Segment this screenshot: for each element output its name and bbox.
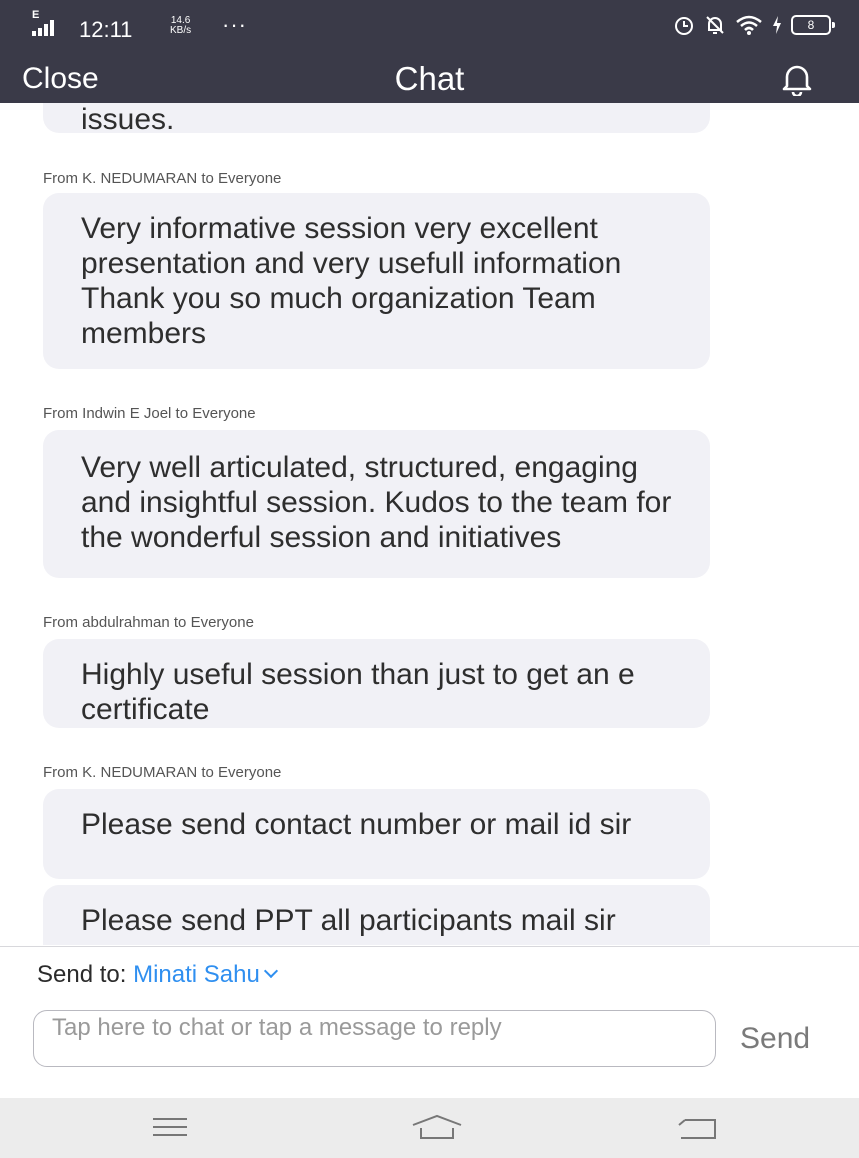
network-speed: 14.6 KB/s	[170, 16, 191, 36]
message-bubble[interactable]: Highly useful session than just to get a…	[43, 639, 710, 728]
alarm-icon	[673, 14, 695, 36]
app-header: E 12:11 14.6 KB/s ··· 8 Close Chat	[0, 0, 859, 103]
more-notifications-icon: ···	[222, 12, 247, 37]
message-text: Please send PPT all participants mail si…	[81, 904, 616, 937]
battery-icon: 8	[791, 15, 835, 35]
message-sender: From Indwin E Joel to Everyone	[43, 405, 256, 422]
message-bubble[interactable]: issues.	[43, 103, 710, 133]
message-text: Very informative session very excellent …	[81, 212, 622, 350]
status-time: 12:11	[79, 17, 133, 42]
notifications-muted-icon	[704, 14, 726, 36]
close-button[interactable]: Close	[22, 62, 99, 96]
recipient-name: Minati Sahu	[133, 961, 260, 988]
message-sender: From K. NEDUMARAN to Everyone	[43, 764, 282, 781]
send-to-row: Send to: Minati Sahu	[37, 961, 278, 989]
message-sender: From abdulrahman to Everyone	[43, 614, 254, 631]
home-icon[interactable]	[411, 1114, 463, 1140]
message-bubble[interactable]: Very informative session very excellent …	[43, 193, 710, 369]
system-nav-bar	[0, 1098, 859, 1158]
charging-icon	[772, 14, 782, 36]
chat-input[interactable]: Tap here to chat or tap a message to rep…	[33, 1010, 716, 1067]
status-icons: 8	[673, 14, 835, 36]
network-speed-unit: KB/s	[170, 25, 192, 36]
nav-row: Close Chat	[0, 52, 859, 103]
send-button[interactable]: Send	[740, 1022, 810, 1056]
chat-message-list[interactable]: issues. From K. NEDUMARAN to Everyone Ve…	[0, 103, 859, 945]
back-icon[interactable]	[675, 1116, 719, 1140]
bell-icon[interactable]	[781, 62, 813, 98]
wifi-icon	[735, 14, 763, 36]
menu-icon[interactable]	[153, 1116, 187, 1138]
message-text: Please send contact number or mail id si…	[81, 808, 632, 841]
status-bar: E 12:11 14.6 KB/s ··· 8	[0, 0, 859, 52]
message-sender: From K. NEDUMARAN to Everyone	[43, 170, 282, 187]
message-bubble[interactable]: Very well articulated, structured, engag…	[43, 430, 710, 578]
message-text: Highly useful session than just to get a…	[81, 658, 635, 726]
compose-divider	[0, 946, 859, 947]
chevron-down-icon	[263, 963, 278, 979]
message-text: Very well articulated, structured, engag…	[81, 451, 672, 554]
page-title: Chat	[394, 60, 465, 97]
recipient-selector[interactable]: Minati Sahu	[133, 961, 278, 988]
message-text: issues.	[81, 103, 175, 130]
chat-input-placeholder: Tap here to chat or tap a message to rep…	[52, 1014, 502, 1041]
message-bubble[interactable]: Please send contact number or mail id si…	[43, 789, 710, 879]
send-to-label: Send to:	[37, 961, 127, 988]
message-bubble[interactable]: Please send PPT all participants mail si…	[43, 885, 710, 945]
